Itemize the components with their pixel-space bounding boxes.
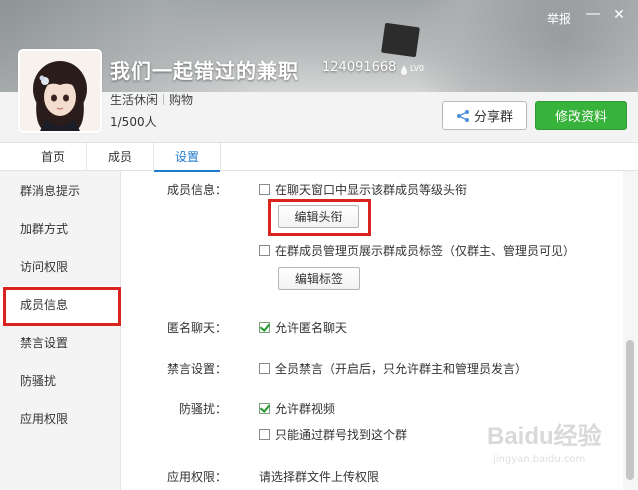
group-tags: 生活休闲 购物 xyxy=(110,91,193,108)
minimize-icon[interactable]: — xyxy=(584,6,602,24)
close-icon[interactable]: ✕ xyxy=(610,6,628,24)
mute-all-checkbox[interactable] xyxy=(259,363,270,374)
allow-anonymous-option[interactable]: 允许匿名聊天 xyxy=(259,319,347,336)
sidebar-item-message-notice[interactable]: 群消息提示 xyxy=(0,172,120,210)
show-member-tag-checkbox[interactable] xyxy=(259,245,270,256)
find-by-number-option[interactable]: 只能通过群号找到这个群 xyxy=(259,426,407,443)
edit-title-button[interactable]: 编辑头衔 xyxy=(278,205,359,228)
show-level-title-option[interactable]: 在聊天窗口中显示该群成员等级头衔 xyxy=(259,181,467,198)
edit-profile-button[interactable]: 修改资料 xyxy=(535,101,627,130)
avatar-image xyxy=(20,51,100,131)
app-permission-label: 应用权限： xyxy=(166,470,227,484)
sidebar-item-app-permission[interactable]: 应用权限 xyxy=(0,400,120,438)
settings-sidebar: 群消息提示 加群方式 访问权限 成员信息 禁言设置 防骚扰 应用权限 xyxy=(0,171,121,490)
group-id: 124091668 xyxy=(322,60,397,75)
find-by-number-text: 只能通过群号找到这个群 xyxy=(275,428,408,442)
share-icon xyxy=(456,109,469,122)
tag-label[interactable]: 购物 xyxy=(169,93,193,107)
allow-anonymous-checkbox[interactable] xyxy=(259,322,270,333)
sidebar-item-join-method[interactable]: 加群方式 xyxy=(0,210,120,248)
tag-label[interactable]: 生活休闲 xyxy=(110,93,158,107)
tab-bar: 首页 成员 设置 xyxy=(0,142,638,172)
show-member-tag-option[interactable]: 在群成员管理页展示群成员标签（仅群主、管理员可见） xyxy=(259,242,575,259)
allow-group-video-checkbox[interactable] xyxy=(259,403,270,414)
share-group-label: 分享群 xyxy=(473,110,513,125)
mute-all-text: 全员禁言（开启后，只允许群主和管理员发言） xyxy=(275,362,528,376)
show-level-title-checkbox[interactable] xyxy=(259,184,270,195)
settings-panel: 成员信息： 在聊天窗口中显示该群成员等级头衔 编辑头衔 在群成员管理页展示群成员… xyxy=(121,171,623,490)
show-level-title-text: 在聊天窗口中显示该群成员等级头衔 xyxy=(275,183,468,197)
member-info-label: 成员信息： xyxy=(166,183,227,197)
upload-permission-text: 请选择群文件上传权限 xyxy=(259,470,380,484)
tag-divider xyxy=(163,94,165,105)
edit-tag-button[interactable]: 编辑标签 xyxy=(278,267,360,290)
header-background-object xyxy=(381,22,420,58)
group-name: 我们一起错过的兼职 xyxy=(110,59,299,83)
tab-home[interactable]: 首页 xyxy=(20,143,87,171)
anti-harass-label: 防骚扰： xyxy=(178,402,227,416)
group-avatar[interactable] xyxy=(20,51,100,131)
tab-members[interactable]: 成员 xyxy=(87,143,154,171)
share-group-button[interactable]: 分享群 xyxy=(442,101,527,130)
edit-profile-label: 修改资料 xyxy=(554,110,607,125)
anonymous-chat-label: 匿名聊天： xyxy=(166,321,227,335)
sidebar-item-member-info[interactable]: 成员信息 xyxy=(0,286,120,324)
report-link[interactable]: 举报 xyxy=(547,10,571,27)
allow-group-video-option[interactable]: 允许群视频 xyxy=(259,400,335,417)
level-badge: LV0 xyxy=(400,64,428,76)
allow-anonymous-text: 允许匿名聊天 xyxy=(275,321,348,335)
sidebar-item-mute[interactable]: 禁言设置 xyxy=(0,324,120,362)
sidebar-item-access[interactable]: 访问权限 xyxy=(0,248,120,286)
scrollbar-thumb[interactable] xyxy=(626,340,634,480)
mute-setting-label: 禁言设置： xyxy=(166,362,227,376)
member-count: 1/500人 xyxy=(110,115,157,129)
level-badge-text: LV0 xyxy=(410,64,425,73)
sidebar-item-anti-harass[interactable]: 防骚扰 xyxy=(0,362,120,400)
tab-settings[interactable]: 设置 xyxy=(154,143,221,172)
find-by-number-checkbox[interactable] xyxy=(259,429,270,440)
mute-all-option[interactable]: 全员禁言（开启后，只允许群主和管理员发言） xyxy=(259,360,527,377)
show-member-tag-text: 在群成员管理页展示群成员标签（仅群主、管理员可见） xyxy=(275,244,576,258)
allow-group-video-text: 允许群视频 xyxy=(275,402,336,416)
